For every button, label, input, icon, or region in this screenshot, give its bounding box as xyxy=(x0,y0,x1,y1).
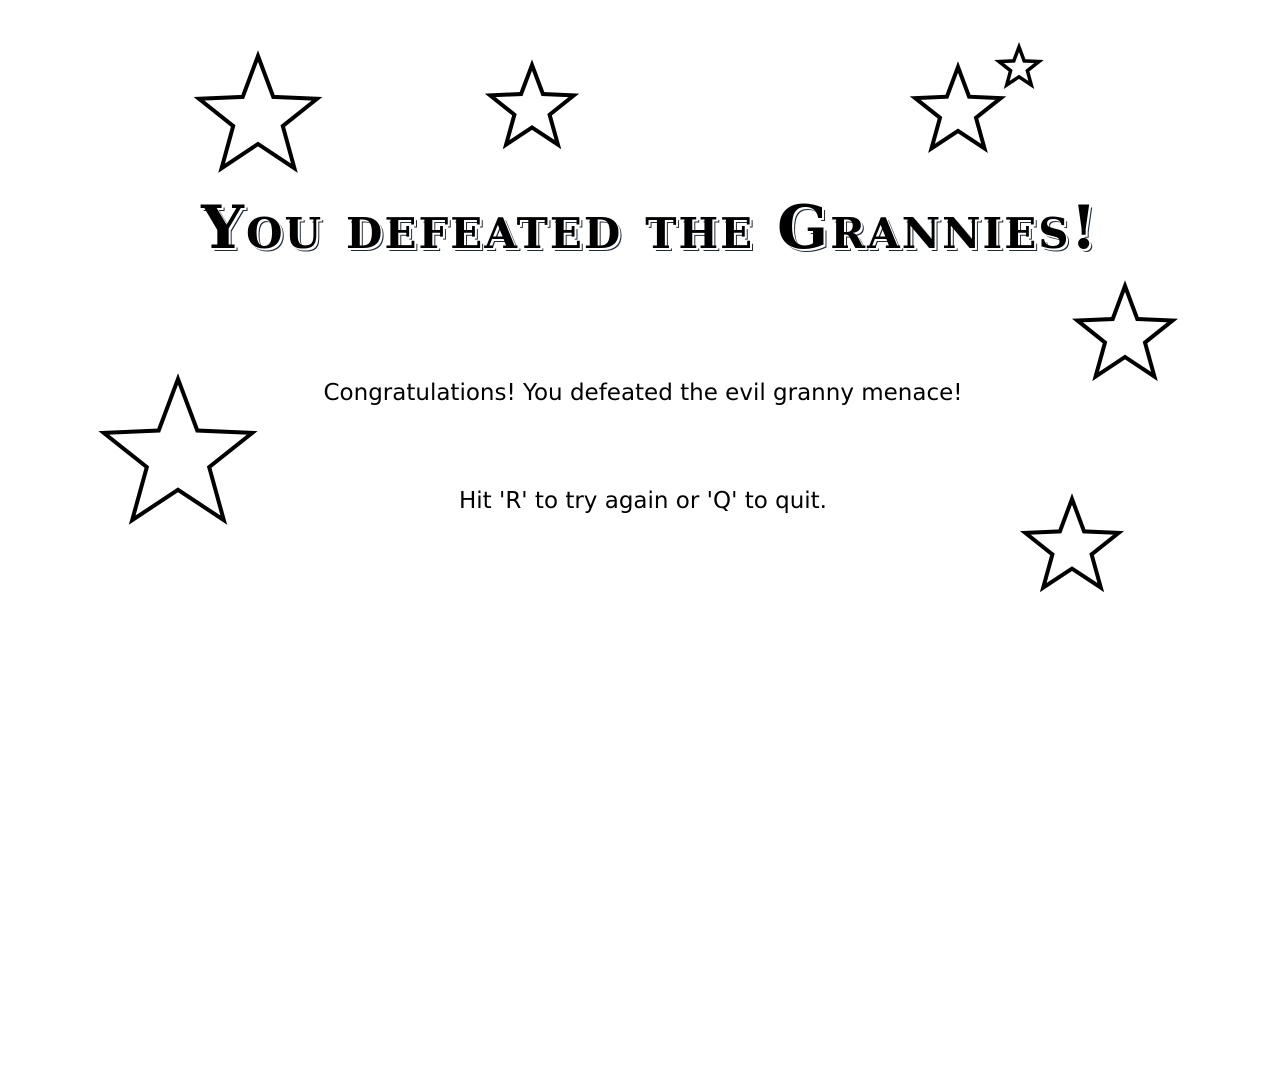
victory-title: You defeated the Grannies! xyxy=(201,193,1099,263)
star-outline-icon xyxy=(994,42,1044,90)
star-outline-icon xyxy=(909,61,1007,154)
congratulations-message: Congratulations! You defeated the evil g… xyxy=(323,380,963,406)
decorative-stars xyxy=(98,42,1179,593)
star-outline-icon xyxy=(1071,280,1179,382)
restart-quit-instructions: Hit 'R' to try again or 'Q' to quit. xyxy=(458,488,827,514)
star-outline-icon xyxy=(484,59,580,150)
star-outline-icon xyxy=(193,50,323,173)
